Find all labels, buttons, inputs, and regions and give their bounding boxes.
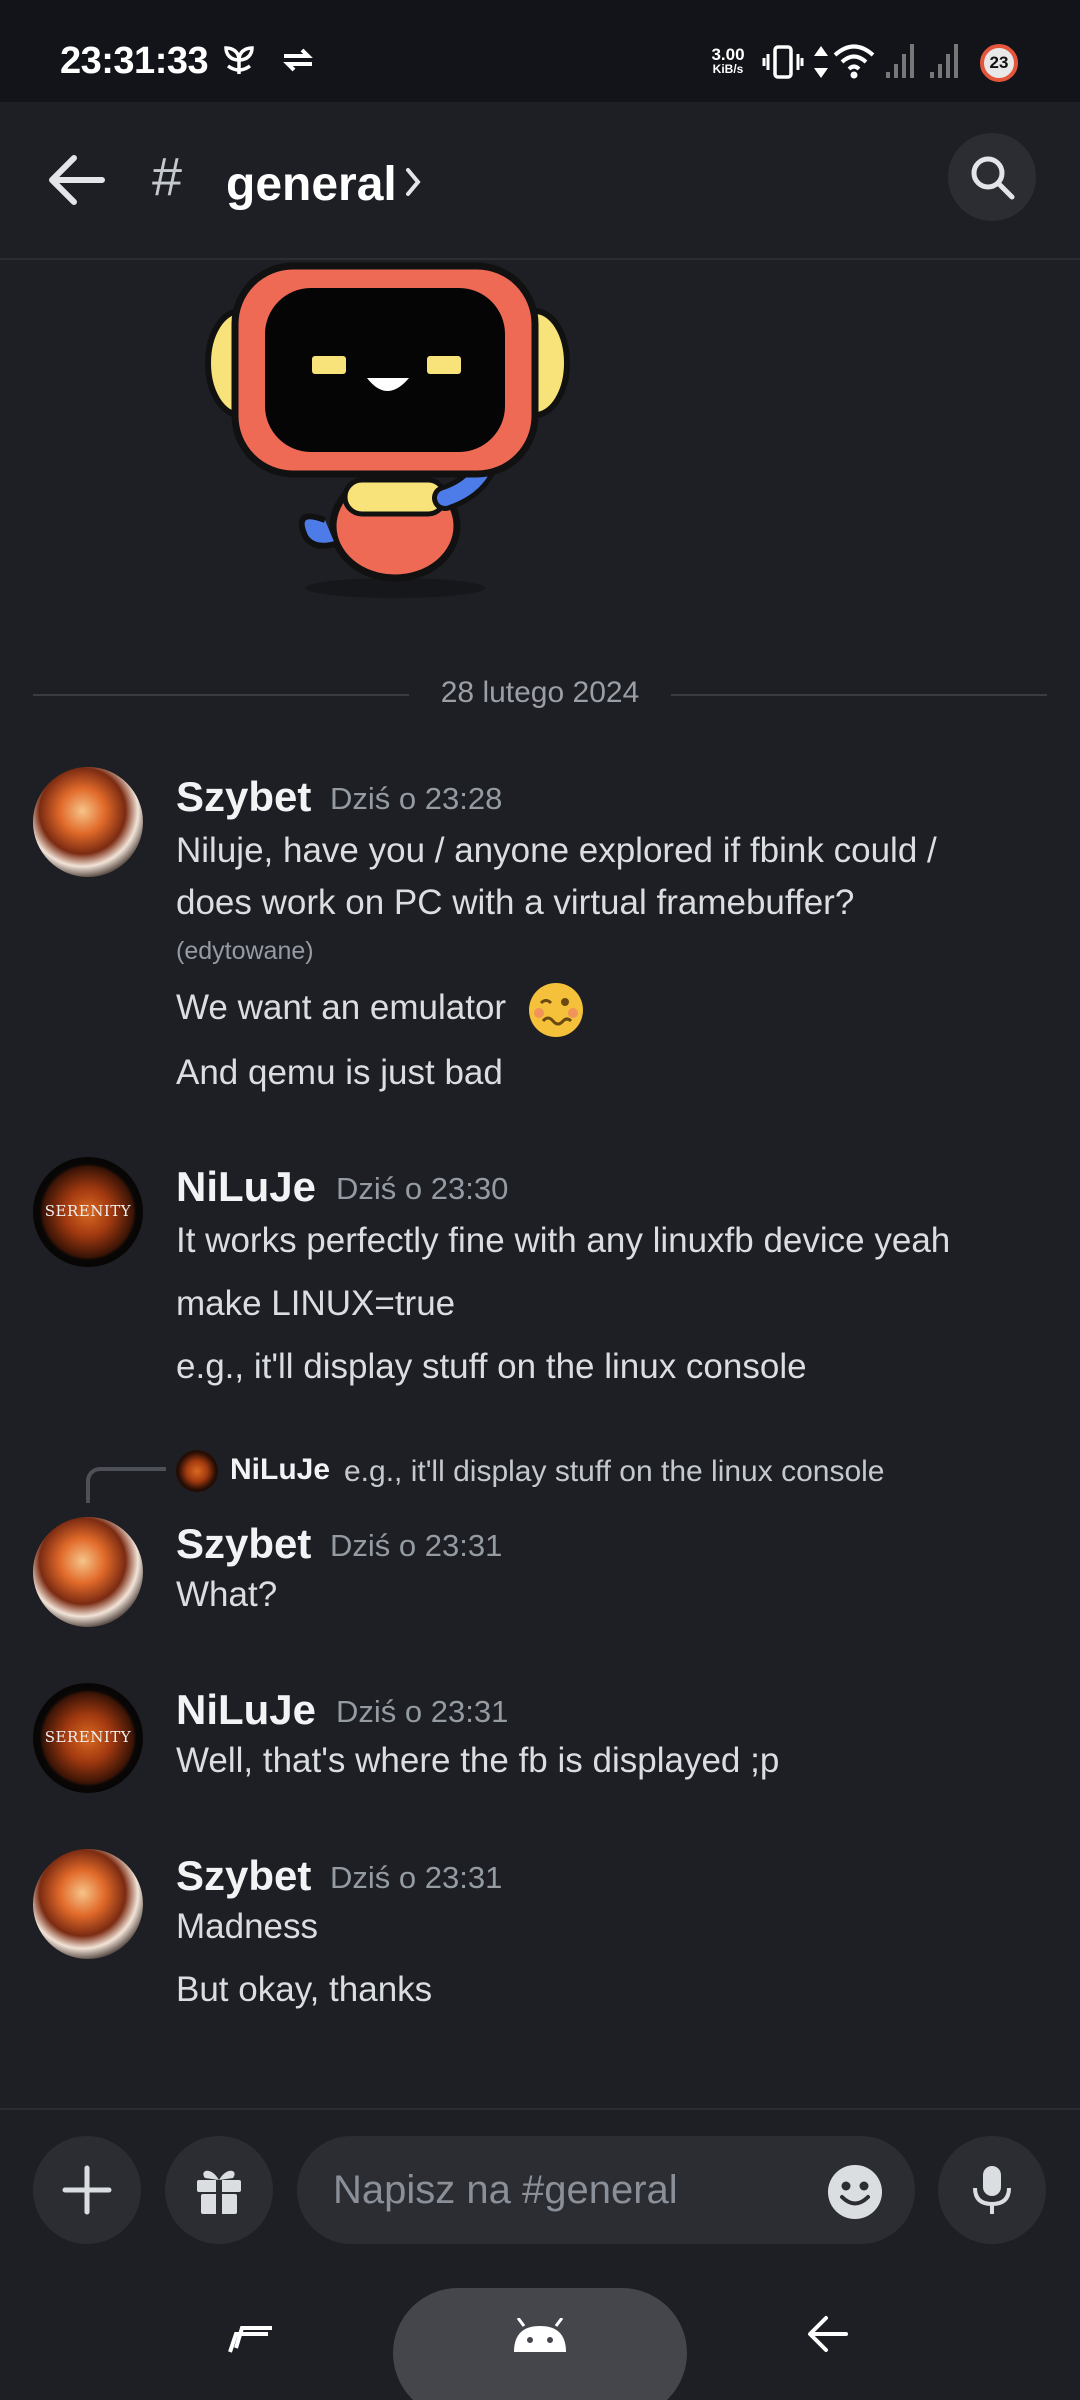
message-timestamp: Dziś o 23:30	[336, 1171, 509, 1206]
message-author[interactable]: Szybet	[176, 1520, 311, 1568]
battery-indicator: 23	[980, 44, 1018, 82]
message-text: What?	[176, 1575, 278, 1614]
network-speed: 3.00 KiB/s	[706, 46, 750, 75]
status-time: 23:31:33	[60, 40, 209, 82]
plus-icon	[62, 2165, 112, 2215]
system-nav-bar	[0, 2278, 1080, 2400]
add-attachment-button[interactable]	[33, 2136, 141, 2244]
android-icon	[514, 2318, 566, 2352]
signal-icon-1	[886, 44, 914, 78]
message-timestamp: Dziś o 23:31	[336, 1694, 509, 1729]
avatar[interactable]	[33, 767, 143, 877]
date-divider: 28 lutego 2024	[33, 672, 1047, 718]
signal-icon-2	[930, 44, 958, 78]
home-button[interactable]	[393, 2288, 687, 2400]
robot-wave-sticker	[205, 262, 570, 598]
message-author[interactable]: NiLuJe	[176, 1686, 316, 1734]
data-arrows-icon	[814, 46, 828, 78]
network-speed-unit: KiB/s	[712, 62, 744, 76]
message-text: Madness	[176, 1907, 319, 1946]
message-text: We want an emulator	[176, 988, 507, 1027]
recents-icon[interactable]	[228, 2318, 278, 2354]
message-text: But okay, thanks	[176, 1970, 433, 2009]
arrow-left-icon[interactable]	[44, 152, 108, 208]
message-input[interactable]: Napisz na #general	[297, 2136, 915, 2244]
message-text: does work on PC with a virtual framebuff…	[176, 883, 855, 922]
reply-avatar	[176, 1450, 218, 1492]
message-text: e.g., it'll display stuff on the linux c…	[176, 1347, 807, 1386]
chevron-right-icon[interactable]	[404, 164, 424, 200]
message-text: make LINUX=true	[176, 1284, 456, 1323]
message-group[interactable]: SERENITY NiLuJe Dziś o 23:31 Well, that'…	[0, 1681, 1080, 1801]
voice-message-button[interactable]	[938, 2136, 1046, 2244]
message-author[interactable]: Szybet	[176, 1852, 311, 1900]
vibrate-icon	[762, 45, 804, 79]
gift-icon	[197, 2170, 241, 2214]
message-author[interactable]: NiLuJe	[176, 1163, 316, 1211]
avatar[interactable]: SERENITY	[33, 1157, 143, 1267]
sprout-icon	[224, 46, 254, 74]
back-icon[interactable]	[806, 2312, 850, 2356]
avatar[interactable]	[33, 1849, 143, 1959]
message-timestamp: Dziś o 23:31	[330, 1528, 503, 1563]
avatar-text: SERENITY	[44, 1728, 132, 1746]
status-bar: 23:31:33 3.00 KiB/s 23	[0, 0, 1080, 102]
sync-arrows-icon	[283, 48, 313, 72]
divider-line-left	[33, 694, 409, 696]
search-icon	[971, 156, 1015, 200]
network-speed-value: 3.00	[711, 45, 745, 64]
message-text: It works perfectly fine with any linuxfb…	[176, 1221, 951, 1260]
edited-label: (edytowane)	[176, 937, 314, 965]
microphone-icon	[973, 2166, 1011, 2214]
message-input-placeholder: Napisz na #general	[333, 2168, 678, 2212]
gift-button[interactable]	[165, 2136, 273, 2244]
message-timestamp: Dziś o 23:28	[330, 781, 503, 816]
search-button[interactable]	[948, 133, 1036, 221]
message-group[interactable]: Szybet Dziś o 23:31 What?	[0, 1515, 1080, 1635]
divider-date: 28 lutego 2024	[440, 676, 640, 709]
message-author[interactable]: Szybet	[176, 773, 311, 821]
message-composer: Napisz na #general	[0, 2108, 1080, 2278]
channel-header: # general	[0, 102, 1080, 260]
divider-line-right	[671, 694, 1047, 696]
reply-author: NiLuJe	[230, 1453, 331, 1486]
reply-connector	[86, 1467, 166, 1503]
message-group[interactable]: Szybet Dziś o 23:31 Madness But okay, th…	[0, 1847, 1080, 2027]
woozy-face-emoji-icon	[529, 983, 583, 1037]
channel-title[interactable]: general	[226, 157, 397, 212]
message-text: And qemu is just bad	[176, 1053, 503, 1092]
message-group[interactable]: Szybet Dziś o 23:28 Niluje, have you / a…	[0, 765, 1080, 1105]
reply-text: e.g., it'll display stuff on the linux c…	[344, 1455, 885, 1488]
avatar[interactable]: SERENITY	[33, 1683, 143, 1793]
message-text: Well, that's where the fb is displayed ;…	[176, 1741, 780, 1780]
wifi-icon	[833, 44, 875, 79]
message-group[interactable]: SERENITY NiLuJe Dziś o 23:30 It works pe…	[0, 1155, 1080, 1395]
avatar-text: SERENITY	[44, 1202, 132, 1220]
channel-hash-icon: #	[152, 147, 183, 207]
avatar[interactable]	[33, 1517, 143, 1627]
message-timestamp: Dziś o 23:31	[330, 1860, 503, 1895]
message-text: Niluje, have you / anyone explored if fb…	[176, 831, 937, 870]
emoji-icon[interactable]	[827, 2164, 883, 2220]
